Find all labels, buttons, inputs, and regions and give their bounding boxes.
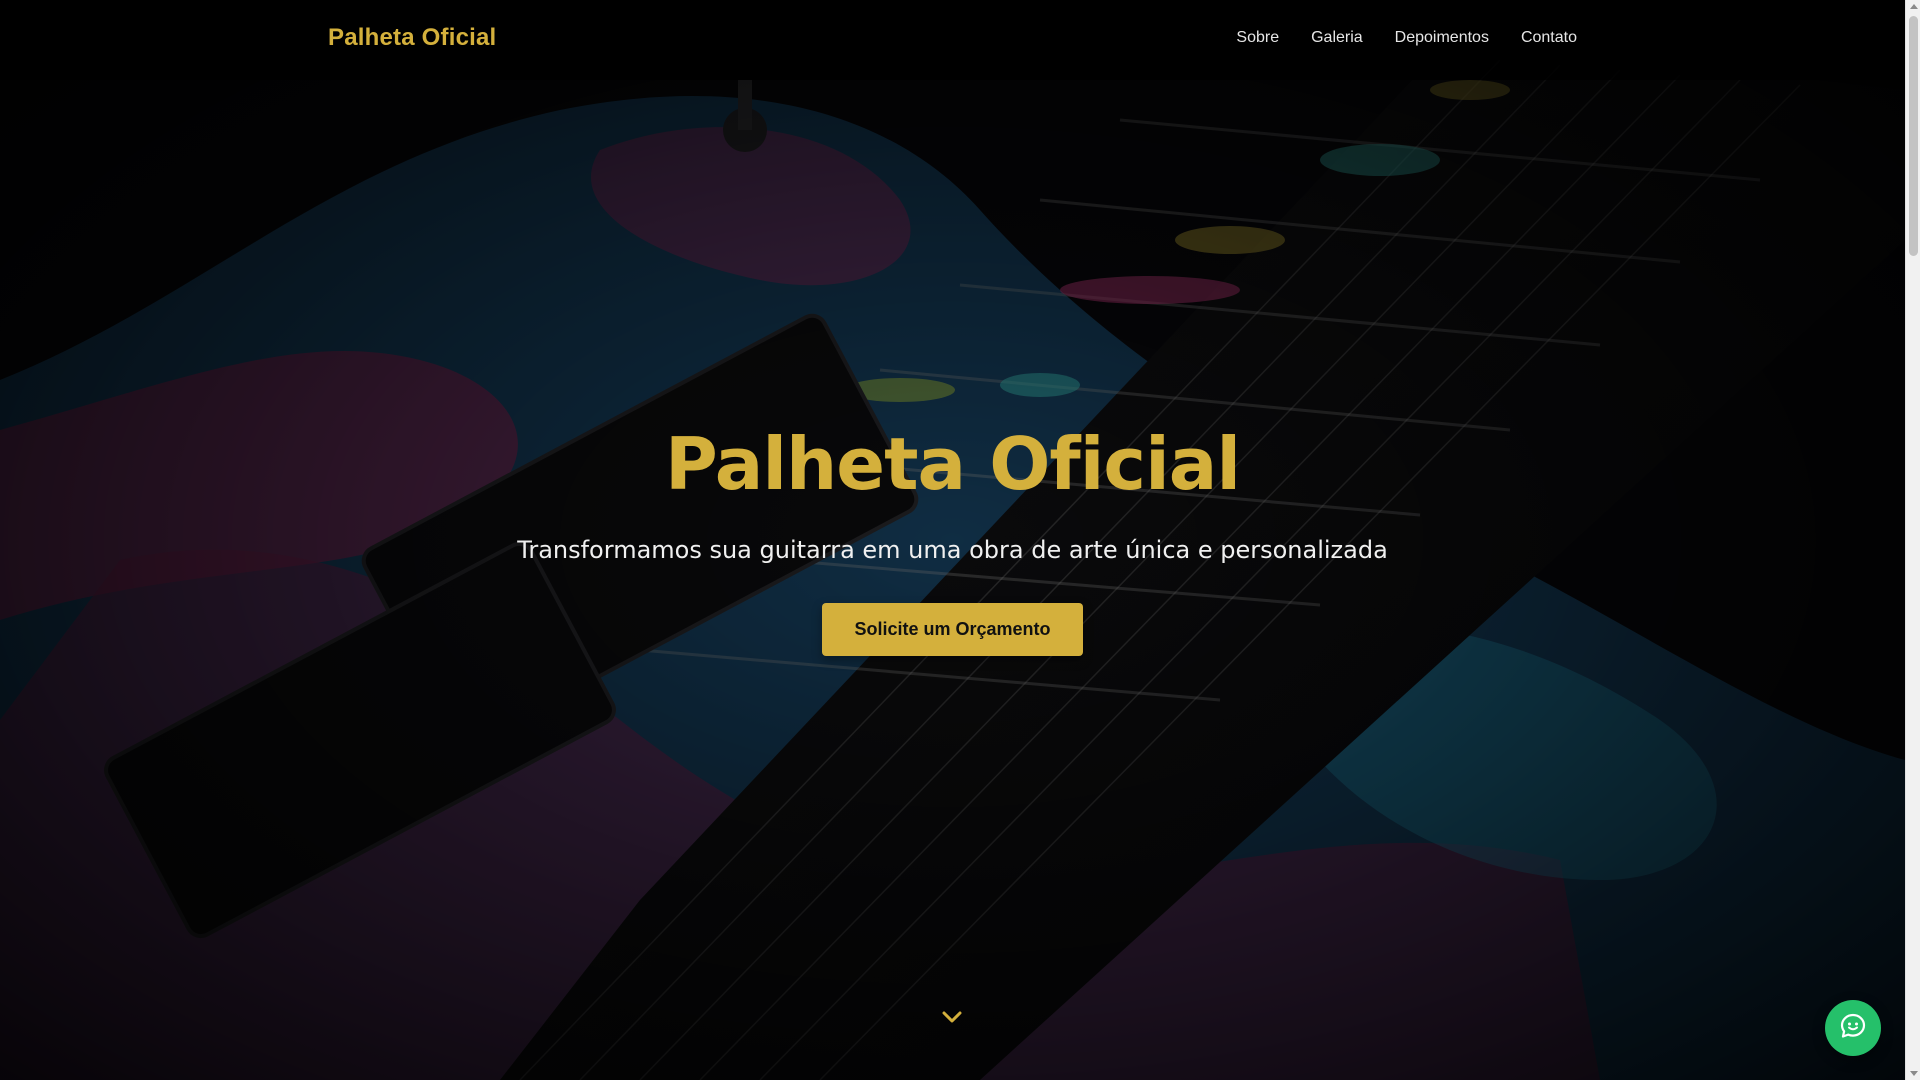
request-quote-button[interactable]: Solicite um Orçamento	[822, 603, 1083, 656]
chat-button[interactable]	[1825, 1000, 1881, 1056]
nav-link-galeria[interactable]: Galeria	[1311, 29, 1363, 47]
chevron-down-icon[interactable]	[940, 1008, 964, 1028]
nav-link-contato[interactable]: Contato	[1521, 29, 1577, 47]
brand-logo-text[interactable]: Palheta Oficial	[328, 24, 496, 52]
scrollbar-thumb[interactable]	[1909, 16, 1918, 256]
vertical-scrollbar[interactable]	[1905, 0, 1920, 1080]
chat-bubble-icon	[1839, 1012, 1867, 1045]
hero-subtitle: Transformamos sua guitarra em uma obra d…	[517, 536, 1388, 564]
nav-link-sobre[interactable]: Sobre	[1236, 29, 1279, 47]
page: Palheta Oficial Sobre Galeria Depoimento…	[0, 0, 1905, 1080]
main-nav: Sobre Galeria Depoimentos Contato	[1236, 29, 1577, 47]
hero-title: Palheta Oficial	[664, 422, 1241, 506]
scroll-up-arrow-icon[interactable]	[1910, 4, 1918, 9]
nav-link-depoimentos[interactable]: Depoimentos	[1395, 29, 1489, 47]
site-header: Palheta Oficial Sobre Galeria Depoimento…	[0, 0, 1905, 80]
scroll-down-arrow-icon[interactable]	[1910, 1071, 1918, 1076]
